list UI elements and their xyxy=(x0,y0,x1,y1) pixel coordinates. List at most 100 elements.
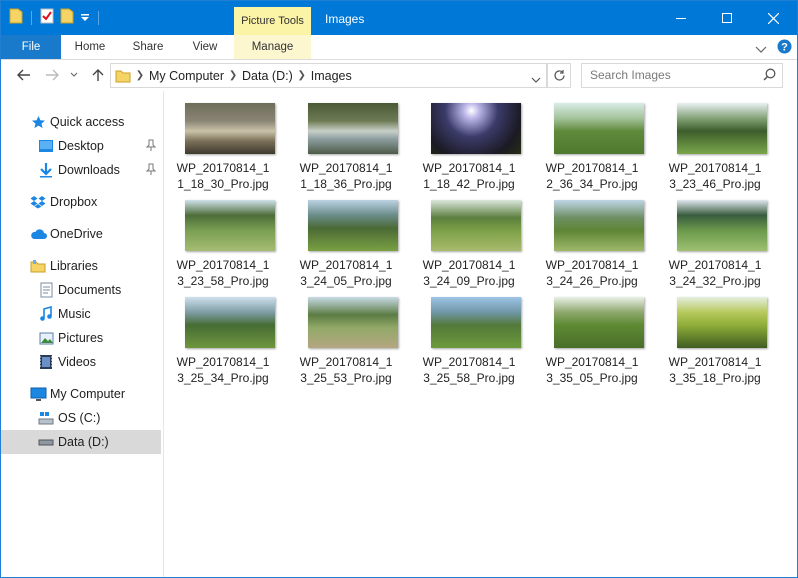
nav-item-label: Quick access xyxy=(50,115,125,129)
nav-item-libraries[interactable]: Libraries xyxy=(1,254,161,278)
tab-manage[interactable]: Manage xyxy=(234,35,311,59)
file-name: WP_20170814_1 3_25_34_Pro.jpg xyxy=(176,355,270,385)
file-item[interactable]: WP_20170814_1 3_25_58_Pro.jpg xyxy=(410,285,528,385)
pin-icon[interactable] xyxy=(145,163,157,178)
up-arrow-icon xyxy=(92,69,104,81)
file-item[interactable]: WP_20170814_1 1_18_30_Pro.jpg xyxy=(164,91,282,191)
file-name: WP_20170814_1 3_25_53_Pro.jpg xyxy=(299,355,393,385)
nav-item-documents[interactable]: Documents xyxy=(1,278,161,302)
nav-item-videos[interactable]: Videos xyxy=(1,350,161,374)
search-box[interactable] xyxy=(581,63,783,88)
folder-icon[interactable] xyxy=(9,8,23,29)
nav-item-downloads[interactable]: Downloads xyxy=(1,158,161,182)
file-item[interactable]: WP_20170814_1 3_23_58_Pro.jpg xyxy=(164,188,282,288)
nav-item-desktop[interactable]: Desktop xyxy=(1,134,161,158)
address-dropdown-icon[interactable] xyxy=(531,71,541,89)
file-item[interactable]: WP_20170814_1 3_23_46_Pro.jpg xyxy=(656,91,774,191)
file-item[interactable]: WP_20170814_1 3_25_53_Pro.jpg xyxy=(287,285,405,385)
music-icon xyxy=(37,306,55,322)
file-item[interactable]: WP_20170814_1 3_24_05_Pro.jpg xyxy=(287,188,405,288)
nav-item-os-drive[interactable]: OS (C:) xyxy=(1,406,161,430)
file-item[interactable]: WP_20170814_1 2_36_34_Pro.jpg xyxy=(533,91,651,191)
breadcrumb: ❯ My Computer ❯ Data (D:) ❯ Images xyxy=(111,64,352,87)
image-thumbnail xyxy=(431,103,521,154)
refresh-icon xyxy=(553,70,565,81)
crumb-images[interactable]: Images xyxy=(311,69,352,83)
crumb-my-computer[interactable]: My Computer xyxy=(149,69,224,83)
refresh-button[interactable] xyxy=(547,63,571,88)
image-thumbnail xyxy=(554,297,644,348)
tab-home[interactable]: Home xyxy=(63,35,117,59)
forward-button[interactable] xyxy=(43,66,61,84)
document-icon xyxy=(37,282,55,298)
file-item[interactable]: WP_20170814_1 3_35_18_Pro.jpg xyxy=(656,285,774,385)
quick-access-toolbar xyxy=(9,8,101,28)
tab-view[interactable]: View xyxy=(179,35,231,59)
nav-item-my-computer[interactable]: My Computer xyxy=(1,382,161,406)
recent-locations-button[interactable] xyxy=(65,66,83,84)
crumb-data-drive[interactable]: Data (D:) xyxy=(242,69,293,83)
nav-item-quick-access[interactable]: Quick access xyxy=(1,110,161,134)
toolbar-divider xyxy=(31,11,32,25)
properties-icon[interactable] xyxy=(40,8,54,29)
back-button[interactable] xyxy=(15,66,33,84)
maximize-button[interactable] xyxy=(704,1,750,35)
nav-item-label: Desktop xyxy=(58,139,104,153)
file-item[interactable]: WP_20170814_1 3_24_32_Pro.jpg xyxy=(656,188,774,288)
nav-item-data-drive[interactable]: Data (D:) xyxy=(1,430,161,454)
file-name: WP_20170814_1 3_35_18_Pro.jpg xyxy=(668,355,762,385)
help-icon[interactable]: ? xyxy=(777,39,792,59)
drive-icon xyxy=(37,434,55,450)
new-folder-icon[interactable] xyxy=(60,8,74,29)
file-item[interactable]: WP_20170814_1 1_18_36_Pro.jpg xyxy=(287,91,405,191)
search-input[interactable] xyxy=(590,67,760,83)
up-button[interactable] xyxy=(89,66,107,84)
file-item[interactable]: WP_20170814_1 3_25_34_Pro.jpg xyxy=(164,285,282,385)
nav-item-label: Pictures xyxy=(58,331,104,345)
nav-item-label: My Computer xyxy=(50,387,126,401)
nav-item-label: Data (D:) xyxy=(58,435,109,449)
chevron-right-icon[interactable]: ❯ xyxy=(224,70,242,81)
file-item[interactable]: WP_20170814_1 3_24_09_Pro.jpg xyxy=(410,188,528,288)
search-icon[interactable] xyxy=(763,68,776,86)
chevron-right-icon[interactable]: ❯ xyxy=(131,70,149,81)
address-bar[interactable]: ❯ My Computer ❯ Data (D:) ❯ Images xyxy=(110,63,547,88)
file-item[interactable]: WP_20170814_1 3_35_05_Pro.jpg xyxy=(533,285,651,385)
svg-text:?: ? xyxy=(781,42,788,54)
image-thumbnail xyxy=(677,297,767,348)
pin-icon[interactable] xyxy=(145,139,157,154)
dropbox-icon xyxy=(29,194,47,210)
file-name: WP_20170814_1 3_25_58_Pro.jpg xyxy=(422,355,516,385)
image-thumbnail xyxy=(308,200,398,251)
file-item[interactable]: WP_20170814_1 1_18_42_Pro.jpg xyxy=(410,91,528,191)
nav-item-label: Downloads xyxy=(58,163,120,177)
close-button[interactable] xyxy=(750,1,796,35)
file-grid: WP_20170814_1 1_18_30_Pro.jpg WP_20170814… xyxy=(164,91,797,577)
nav-item-label: OneDrive xyxy=(50,227,103,241)
tab-share[interactable]: Share xyxy=(121,35,175,59)
nav-item-pictures[interactable]: Pictures xyxy=(1,326,161,350)
file-item[interactable]: WP_20170814_1 3_24_26_Pro.jpg xyxy=(533,188,651,288)
nav-item-dropbox[interactable]: Dropbox xyxy=(1,190,161,214)
nav-item-onedrive[interactable]: OneDrive xyxy=(1,222,161,246)
image-thumbnail xyxy=(677,103,767,154)
address-row: ❯ My Computer ❯ Data (D:) ❯ Images xyxy=(1,60,797,91)
image-thumbnail xyxy=(431,297,521,348)
desktop-icon xyxy=(37,138,55,154)
computer-icon xyxy=(29,386,47,402)
chevron-right-icon[interactable]: ❯ xyxy=(293,70,311,81)
nav-item-music[interactable]: Music xyxy=(1,302,161,326)
star-icon xyxy=(29,114,47,130)
tab-file[interactable]: File xyxy=(1,35,61,59)
nav-item-label: Videos xyxy=(58,355,96,369)
expand-ribbon-icon[interactable] xyxy=(755,41,767,59)
customize-toolbar-icon[interactable] xyxy=(80,9,90,27)
image-thumbnail xyxy=(677,200,767,251)
image-thumbnail xyxy=(185,297,275,348)
image-thumbnail xyxy=(554,103,644,154)
libraries-icon xyxy=(29,258,47,274)
maximize-icon xyxy=(722,13,732,23)
minimize-button[interactable] xyxy=(658,1,704,35)
ribbon-tabs: File Home Share View Manage ? xyxy=(1,35,797,60)
image-thumbnail xyxy=(308,297,398,348)
